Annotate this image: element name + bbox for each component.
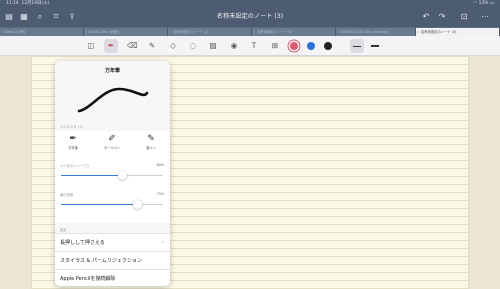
- chevron-right-icon: ›: [161, 239, 164, 246]
- sidebar-icon[interactable]: ▤: [4, 12, 14, 22]
- pen-style-label: ペンのスタイル: [60, 125, 84, 129]
- close-icon[interactable]: ×: [85, 28, 88, 36]
- color-swatch-blue[interactable]: [307, 42, 315, 50]
- close-icon[interactable]: ×: [337, 28, 340, 36]
- stroke-width-medium[interactable]: [371, 45, 379, 47]
- wifi-icon: ◠: [473, 1, 478, 6]
- fountain-pen-icon[interactable]: ✒: [106, 41, 116, 51]
- popover-title: 万年筆: [104, 68, 120, 74]
- color-swatch-pink[interactable]: [290, 42, 298, 50]
- pressure-value: 75%: [156, 192, 164, 196]
- slider-section: ペン先のシャープさ 60% 筆圧感度 75%: [55, 159, 170, 223]
- status-bar: 11:14 12月19日(火) ◠ 13% ▭: [0, 0, 500, 8]
- menu-item-long-press[interactable]: 長押しして押さえる ›: [55, 233, 170, 251]
- close-icon[interactable]: ×: [253, 28, 256, 36]
- tab-bar: × Web 01 資料 × NAO02-iPad-全般比 × 名称未設定のノート (2…: [0, 27, 500, 36]
- battery-icon: ▭: [489, 1, 494, 6]
- bookmark-icon[interactable]: ⌑: [51, 12, 61, 22]
- stroke-width-thin[interactable]: [353, 45, 361, 47]
- tab-item[interactable]: × 名称未設定のノート (2): [168, 28, 252, 36]
- pen-option-fountain[interactable]: ✒ 万年筆: [61, 134, 85, 150]
- search-icon[interactable]: ⌕: [35, 12, 45, 22]
- zoom-icon[interactable]: ⊞: [270, 41, 280, 51]
- menu-item-palm-rejection[interactable]: スタイラス & パームリジェクション: [55, 251, 170, 269]
- document-title[interactable]: 名称未設定のノート (3): [150, 12, 350, 22]
- pen-option-ballpoint[interactable]: ✐ ボールペン: [100, 134, 124, 150]
- more-icon[interactable]: ⋯: [480, 12, 490, 22]
- settings-header: 設定: [60, 228, 67, 232]
- close-icon[interactable]: ×: [417, 28, 420, 36]
- tab-item[interactable]: × 名称未設定のノート (3): [252, 28, 336, 36]
- status-date: 12月19日(火): [21, 1, 50, 6]
- fountain-pen-icon: ✒: [69, 134, 77, 144]
- sharpness-label: ペン先のシャープさ: [60, 164, 90, 168]
- shapes-icon[interactable]: ◇: [168, 41, 178, 51]
- pen-style-section: ✒ 万年筆 ✐ ボールペン ✎ 筆ペン: [55, 131, 170, 159]
- close-icon[interactable]: ×: [169, 28, 172, 36]
- tab-active[interactable]: × 名称未設定のノート (3): [416, 28, 500, 36]
- textbox-icon[interactable]: Ｔ: [249, 41, 259, 51]
- add-page-icon[interactable]: ⊡: [459, 12, 469, 22]
- color-swatch-black[interactable]: [324, 42, 332, 50]
- share-icon[interactable]: ⇪: [67, 12, 77, 22]
- grid-icon[interactable]: ▦: [19, 12, 29, 22]
- eraser-icon[interactable]: ⌫: [127, 41, 138, 51]
- ballpoint-pen-icon: ✐: [108, 134, 116, 144]
- lasso-icon[interactable]: ◌: [188, 41, 198, 51]
- status-battery: ◠ 13% ▭: [473, 1, 494, 6]
- redo-icon[interactable]: ↷: [437, 12, 447, 22]
- tab-item[interactable]: × KNOTES_020-GSE_notebook_): [336, 28, 416, 36]
- tab-item[interactable]: × Web 01 資料: [0, 28, 84, 36]
- app-toolbar: ▤ ▦ ⌕ ⌑ ⇪ 名称未設定のノート (3) ↶ ↷ ⊡ ⋯: [0, 8, 500, 27]
- tab-item[interactable]: × NAO02-iPad-全般比: [84, 28, 168, 36]
- drawing-toolbar: ◫ ✒ ⌫ ✎ ◇ ◌ ▨ ◉ Ｔ ⊞ ⟋: [0, 36, 500, 56]
- brush-pen-icon: ✎: [147, 134, 155, 144]
- close-icon[interactable]: ×: [1, 28, 4, 36]
- highlighter-icon[interactable]: ✎: [147, 41, 157, 51]
- status-time: 11:14: [6, 1, 19, 6]
- sharpness-slider[interactable]: [61, 171, 163, 180]
- sharpness-value: 60%: [156, 163, 164, 167]
- stroke-preview: [77, 87, 149, 113]
- pressure-slider[interactable]: [61, 200, 163, 209]
- pressure-label: 筆圧感度: [60, 193, 74, 197]
- camera-icon[interactable]: ◉: [229, 41, 239, 51]
- pen-option-brush[interactable]: ✎ 筆ペン: [139, 134, 163, 150]
- menu-item-disconnect-pencil[interactable]: Apple Pencilを接続解除: [55, 269, 170, 286]
- slider-knob[interactable]: [133, 200, 142, 209]
- image-icon[interactable]: ▨: [208, 41, 218, 51]
- slider-knob[interactable]: [117, 171, 127, 180]
- read-only-icon[interactable]: ◫: [86, 41, 96, 51]
- pen-settings-popover: 万年筆 ペンのスタイル ✒ 万年筆 ✐ ボールペン ✎ 筆ペン ペン先のシャープ…: [55, 61, 170, 286]
- undo-icon[interactable]: ↶: [421, 12, 431, 22]
